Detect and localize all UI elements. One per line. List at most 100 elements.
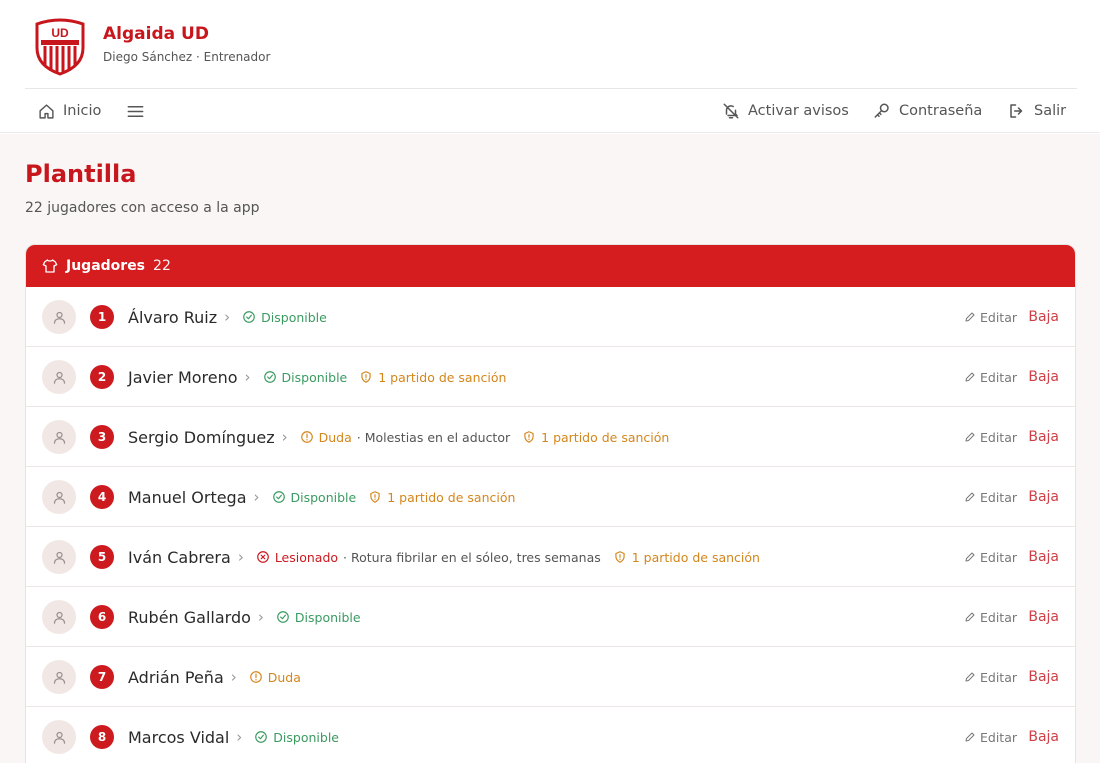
remove-button[interactable]: Baja — [1028, 347, 1059, 407]
player-number-badge: 2 — [90, 365, 114, 389]
status-label: Disponible — [261, 309, 327, 325]
edit-label: Editar — [979, 489, 1017, 505]
remove-button[interactable]: Baja — [1028, 587, 1059, 647]
key-icon — [874, 103, 889, 118]
alert-circle-icon — [249, 671, 262, 683]
player-row: 6 Rubén Gallardo › Disponible Editar Baja — [26, 587, 1075, 647]
activate-alerts-button[interactable]: Activar avisos — [722, 89, 849, 133]
status-tag: 1 partido de sanción — [359, 370, 506, 385]
status-tag: 1 partido de sanción — [522, 430, 669, 445]
player-name[interactable]: Adrián Peña — [128, 668, 224, 687]
edit-label: Editar — [979, 609, 1017, 625]
status-label: 1 partido de sanción — [387, 489, 516, 505]
logout-label: Salir — [1034, 103, 1067, 119]
edit-button[interactable]: Editar — [964, 587, 1017, 647]
status-label: Disponible — [281, 369, 348, 385]
remove-button[interactable]: Baja — [1028, 707, 1059, 763]
user-icon — [53, 731, 65, 744]
brand-row: UD Algaida UD Diego Sánchez · Entrenador — [25, 10, 1077, 89]
pencil-icon — [965, 312, 975, 322]
x-circle-icon — [256, 551, 269, 563]
nav-home[interactable]: Inicio — [38, 89, 101, 133]
player-name[interactable]: Javier Moreno — [128, 368, 238, 387]
remove-button[interactable]: Baja — [1028, 467, 1059, 527]
player-name[interactable]: Rubén Gallardo — [128, 608, 251, 627]
edit-label: Editar — [979, 549, 1017, 565]
page-title: Plantilla — [25, 160, 137, 188]
shirt-icon — [42, 259, 58, 273]
status-tag: Lesionado · Rotura fibrilar en el sóleo,… — [256, 550, 601, 565]
chevron-right-icon[interactable]: › — [245, 368, 251, 386]
user-role: Diego Sánchez · Entrenador — [103, 50, 271, 64]
avatar — [42, 540, 76, 574]
nav-home-label: Inicio — [63, 103, 102, 119]
edit-button[interactable]: Editar — [964, 527, 1017, 587]
player-number-badge: 3 — [90, 425, 114, 449]
check-circle-icon — [243, 311, 255, 323]
status-tag: Disponible — [272, 490, 356, 505]
status-tag: Disponible — [263, 369, 348, 385]
pencil-icon — [965, 552, 975, 562]
status-tag: 1 partido de sanción — [368, 490, 515, 505]
players-panel-title: Jugadores — [66, 258, 146, 274]
player-info: Rubén Gallardo › Disponible — [128, 587, 373, 647]
pencil-icon — [965, 672, 975, 682]
pencil-icon — [965, 372, 975, 382]
home-icon — [39, 103, 54, 119]
chevron-right-icon[interactable]: › — [238, 548, 244, 566]
chevron-right-icon[interactable]: › — [258, 608, 264, 626]
edit-button[interactable]: Editar — [964, 287, 1017, 347]
menu-icon — [127, 105, 144, 117]
edit-button[interactable]: Editar — [964, 467, 1017, 527]
status-label: Disponible — [273, 729, 339, 745]
chevron-right-icon[interactable]: › — [254, 488, 260, 506]
edit-button[interactable]: Editar — [964, 647, 1017, 707]
players-panel-header: Jugadores 22 — [26, 245, 1075, 287]
player-name[interactable]: Álvaro Ruiz — [128, 308, 217, 327]
status-label: 1 partido de sanción — [378, 369, 507, 385]
remove-button[interactable]: Baja — [1028, 287, 1059, 347]
alert-circle-icon — [300, 431, 313, 443]
password-button[interactable]: Contraseña — [873, 89, 982, 133]
user-icon — [53, 671, 65, 684]
user-icon — [53, 611, 65, 624]
edit-button[interactable]: Editar — [964, 407, 1017, 467]
status-tag: Disponible — [254, 730, 339, 745]
player-info: Iván Cabrera › Lesionado · Rotura fibrilar… — [128, 527, 772, 587]
player-info: Adrián Peña › Duda — [128, 647, 313, 707]
status-tag: Duda — [249, 670, 301, 685]
edit-button[interactable]: Editar — [964, 347, 1017, 407]
nav-bar: Inicio Activar avisos Contraseña Salir — [25, 89, 1077, 133]
status-tag: Disponible — [242, 310, 327, 325]
player-row: 3 Sergio Domínguez › Duda · Molestias en el… — [26, 407, 1075, 467]
player-number-badge: 1 — [90, 305, 114, 329]
player-name[interactable]: Iván Cabrera — [128, 548, 231, 567]
user-icon — [53, 551, 65, 564]
avatar — [42, 720, 76, 754]
user-icon — [53, 371, 65, 384]
chevron-right-icon[interactable]: › — [224, 308, 230, 326]
chevron-right-icon[interactable]: › — [236, 728, 242, 746]
remove-button[interactable]: Baja — [1028, 647, 1059, 707]
logout-button[interactable]: Salir — [1008, 89, 1066, 133]
menu-button[interactable] — [126, 89, 145, 133]
bell-off-icon — [723, 103, 739, 119]
player-name[interactable]: Marcos Vidal — [128, 728, 229, 747]
chevron-right-icon[interactable]: › — [231, 668, 237, 686]
remove-button[interactable]: Baja — [1028, 527, 1059, 587]
avatar — [42, 600, 76, 634]
crest-lettering: UD — [51, 26, 69, 40]
check-circle-icon — [255, 731, 268, 743]
remove-button[interactable]: Baja — [1028, 407, 1059, 467]
edit-label: Editar — [979, 669, 1017, 685]
pencil-icon — [965, 732, 975, 742]
avatar — [42, 480, 76, 514]
check-circle-icon — [263, 371, 276, 383]
chevron-right-icon[interactable]: › — [282, 428, 288, 446]
status-label: Disponible — [294, 609, 361, 625]
player-name[interactable]: Manuel Ortega — [128, 488, 247, 507]
player-name[interactable]: Sergio Domínguez — [128, 428, 275, 447]
logout-icon — [1010, 104, 1023, 118]
status-label: Lesionado — [274, 549, 339, 565]
edit-button[interactable]: Editar — [964, 707, 1017, 763]
